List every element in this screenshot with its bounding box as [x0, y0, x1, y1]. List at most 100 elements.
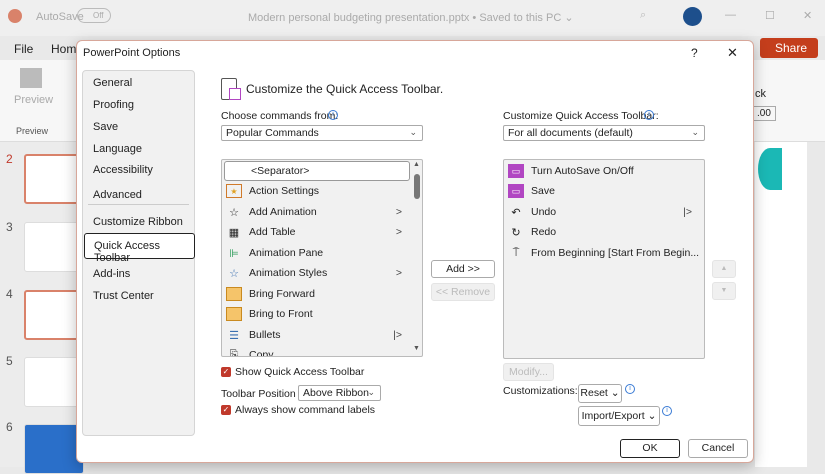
save-icon: ▭ [508, 184, 524, 198]
nav-proofing[interactable]: Proofing [93, 99, 134, 111]
slide-thumbnail[interactable] [24, 357, 84, 407]
move-down-button[interactable]: ▼ [712, 282, 736, 300]
item-label: Copy [249, 349, 274, 357]
scrollbar-thumb[interactable] [414, 174, 420, 199]
bullets-icon: ☰ [229, 329, 239, 342]
choose-commands-dropdown[interactable]: Popular Commands ⌄ [221, 125, 423, 141]
minimize-button[interactable]: — [725, 9, 736, 21]
list-item[interactable]: Bring to Front [224, 304, 410, 324]
list-item[interactable]: ⎘ Copy [224, 345, 410, 357]
customize-qat-dropdown[interactable]: For all documents (default) ⌄ [503, 125, 705, 141]
chevron-down-icon: ⌄ [367, 387, 375, 397]
list-item[interactable]: ↻ Redo [506, 222, 692, 242]
powerpoint-options-dialog: PowerPoint Options ? ✕ General Proofing … [76, 40, 754, 463]
redo-icon: ↻ [511, 226, 521, 239]
list-item[interactable]: ☆ Add Animation > [224, 202, 410, 222]
nav-trust-center[interactable]: Trust Center [93, 290, 154, 302]
bring-forward-icon [226, 287, 242, 301]
move-up-button[interactable]: ▲ [712, 260, 736, 278]
close-window-button[interactable]: ✕ [803, 9, 812, 22]
toolbar-position-label: Toolbar Position [221, 388, 296, 400]
list-item[interactable]: ★ Action Settings [224, 181, 410, 201]
chevron-down-icon: ⌄ [409, 127, 417, 137]
slide-canvas [755, 142, 807, 467]
cancel-button[interactable]: Cancel [688, 439, 748, 458]
list-item[interactable]: ⊫ Animation Pane [224, 243, 410, 263]
modify-button[interactable]: Modify... [503, 363, 554, 381]
ok-button[interactable]: OK [620, 439, 680, 458]
slide-number: 5 [6, 354, 13, 368]
nav-save[interactable]: Save [93, 121, 118, 133]
item-label: Bring Forward [249, 288, 315, 300]
star-brush-icon: ☆ [229, 267, 239, 280]
toolbar-position-dropdown[interactable]: Above Ribbon ⌄ [298, 385, 381, 401]
item-label: <Separator> [251, 165, 310, 177]
list-item[interactable]: ⍑ From Beginning [Start From Begin... [506, 243, 704, 263]
submenu-chevron-icon: > [395, 226, 402, 238]
submenu-chevron-icon: > [395, 267, 402, 279]
customizations-label: Customizations: [503, 385, 578, 397]
item-label: Turn AutoSave On/Off [531, 165, 634, 177]
search-icon[interactable]: ⌕ [640, 9, 646, 22]
qat-items-list[interactable]: ▭ Turn AutoSave On/Off ▭ Save ↶ Undo |> ↻ Red… [503, 159, 705, 359]
list-item[interactable]: ▭ Turn AutoSave On/Off [506, 161, 692, 181]
submenu-chevron-icon: |> [683, 206, 692, 218]
list-item[interactable]: <Separator> [224, 161, 410, 181]
list-item[interactable]: ☰ Bullets |> [224, 325, 410, 345]
list-item[interactable]: ▦ Add Table > [224, 222, 410, 242]
slide-number: 4 [6, 287, 13, 301]
document-title: Modern personal budgeting presentation.p… [248, 12, 574, 24]
section-heading: Customize the Quick Access Toolbar. [246, 82, 444, 96]
reset-button[interactable]: Reset ⌄ [578, 384, 622, 403]
avatar[interactable] [683, 7, 702, 26]
scroll-up-icon[interactable]: ▲ [413, 161, 420, 168]
submenu-chevron-icon: > [395, 206, 402, 218]
ribbon-spinner[interactable]: .00 [752, 106, 776, 121]
preview-button[interactable]: Preview [14, 94, 53, 106]
import-export-button[interactable]: Import/Export ⌄ [578, 406, 660, 426]
remove-button[interactable]: << Remove [431, 283, 495, 301]
item-label: Add Table [249, 226, 296, 238]
show-qat-label: Show Quick Access Toolbar [235, 366, 365, 378]
tab-file[interactable]: File [14, 42, 33, 56]
scroll-down-icon[interactable]: ▼ [413, 345, 420, 352]
autosave-toggle[interactable]: Off [77, 8, 111, 23]
star-icon: ☆ [229, 206, 239, 219]
preview-icon[interactable] [20, 68, 42, 88]
info-icon[interactable]: i [625, 384, 635, 394]
list-item[interactable]: ↶ Undo |> [506, 202, 692, 222]
info-icon[interactable]: i [328, 110, 338, 120]
add-button[interactable]: Add >> [431, 260, 495, 278]
close-dialog-button[interactable]: ✕ [727, 45, 738, 61]
scrollbar[interactable]: ▲ ▼ [412, 160, 422, 356]
slide-thumbnail[interactable] [24, 222, 84, 272]
dialog-title: PowerPoint Options [83, 47, 181, 59]
show-qat-checkbox[interactable]: ✓ [221, 367, 231, 377]
nav-accessibility[interactable]: Accessibility [93, 164, 153, 176]
list-item[interactable]: ▭ Save [506, 181, 692, 201]
always-labels-checkbox[interactable]: ✓ [221, 405, 231, 415]
nav-customize-ribbon[interactable]: Customize Ribbon [93, 216, 183, 228]
nav-quick-access-toolbar[interactable]: Quick Access Toolbar [84, 233, 195, 264]
maximize-button[interactable]: ☐ [765, 9, 775, 22]
tab-home[interactable]: Hom [51, 42, 76, 56]
title-bar: AutoSave Off Modern personal budgeting p… [0, 0, 825, 36]
share-button[interactable]: Share [760, 38, 818, 58]
list-item[interactable]: ☆ Animation Styles > [224, 263, 410, 283]
nav-advanced[interactable]: Advanced [93, 189, 142, 201]
info-icon[interactable]: i [662, 406, 672, 416]
nav-general[interactable]: General [93, 77, 132, 89]
options-nav: General Proofing Save Language Accessibi… [82, 70, 195, 436]
help-button[interactable]: ? [691, 46, 698, 60]
item-label: Animation Pane [249, 247, 324, 259]
slide-thumbnail[interactable] [24, 290, 84, 340]
nav-language[interactable]: Language [93, 143, 142, 155]
qat-heading-icon [221, 78, 241, 100]
nav-add-ins[interactable]: Add-ins [93, 268, 130, 280]
slide-thumbnail[interactable] [24, 154, 84, 204]
submenu-chevron-icon: |> [393, 329, 402, 341]
undo-icon: ↶ [511, 206, 521, 219]
list-item[interactable]: Bring Forward [224, 284, 410, 304]
info-icon[interactable]: i [644, 110, 654, 120]
commands-list[interactable]: <Separator> ★ Action Settings ☆ Add Animat… [221, 159, 423, 357]
